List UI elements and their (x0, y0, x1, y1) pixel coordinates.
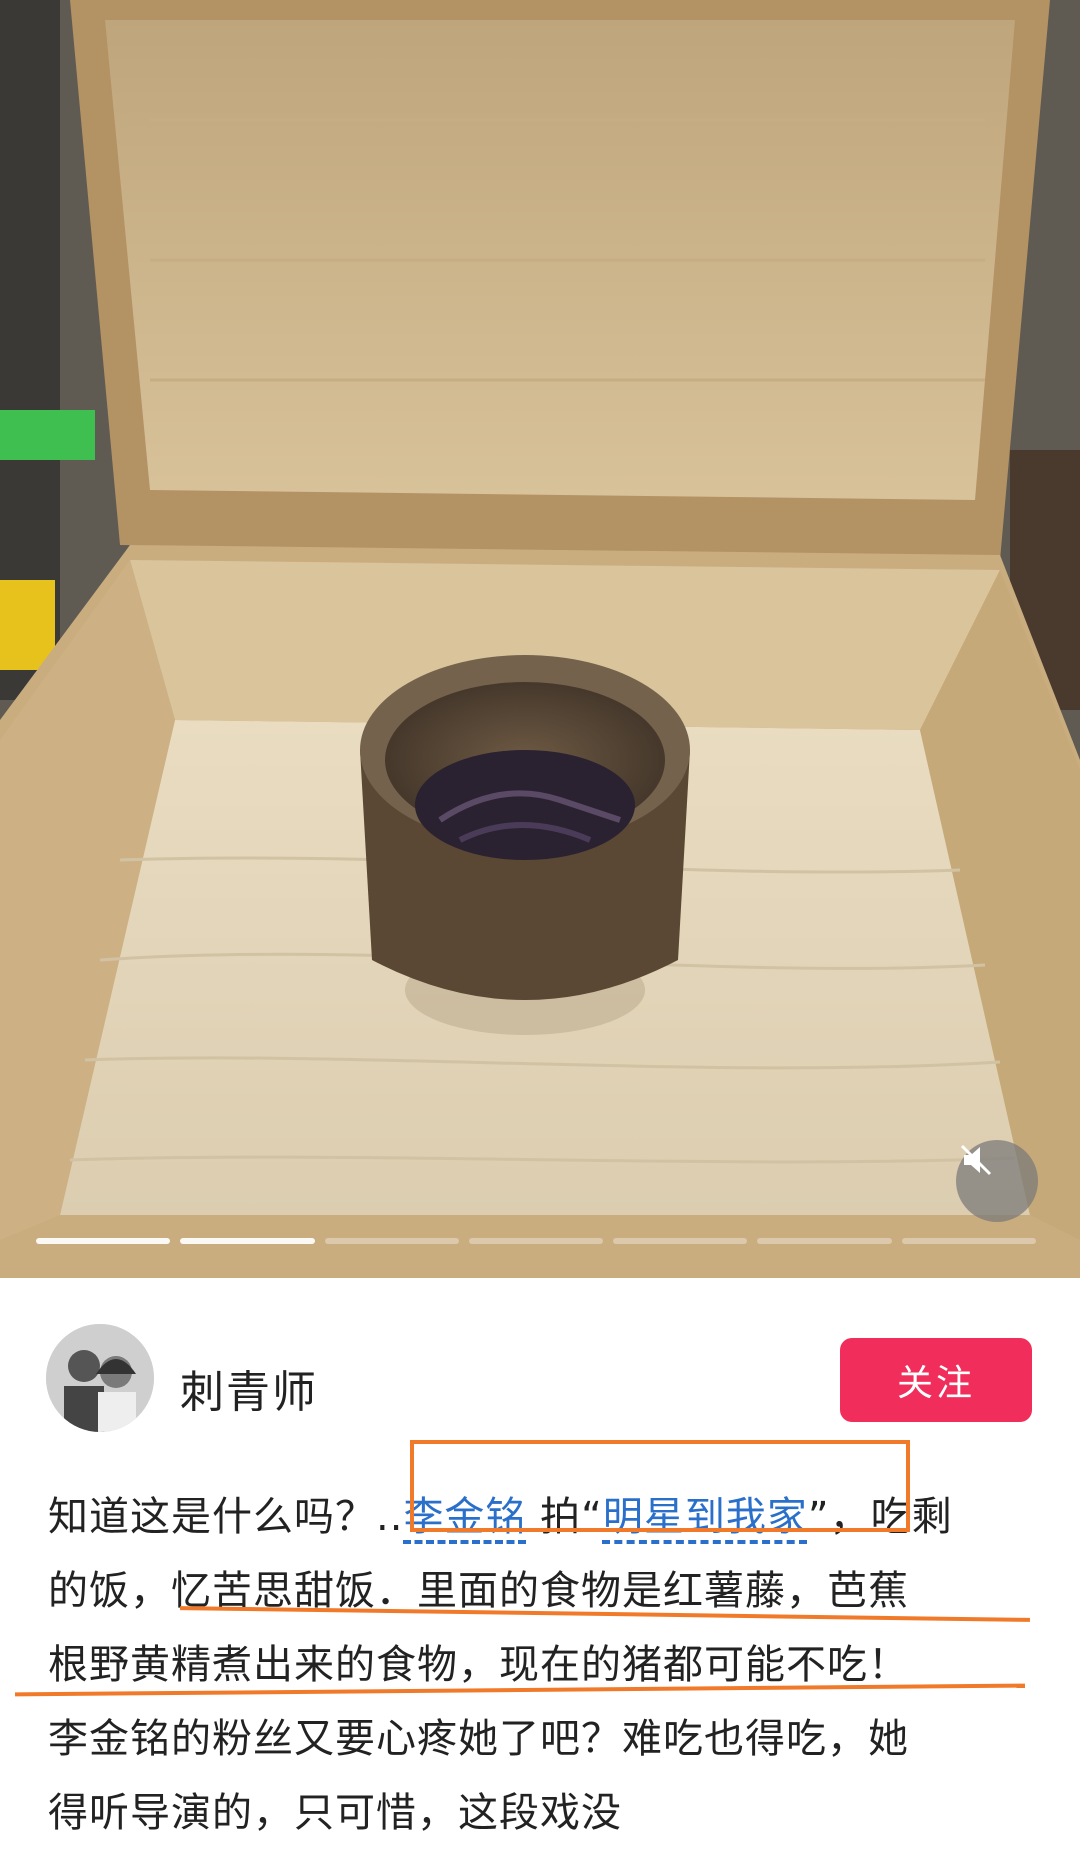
avatar[interactable] (46, 1324, 154, 1432)
progress-segment (757, 1238, 892, 1244)
avatar-image (46, 1324, 154, 1432)
mute-button[interactable] (956, 1140, 1038, 1222)
mute-icon (960, 1144, 992, 1176)
post-photo[interactable] (0, 0, 1080, 1278)
ellipsis: .. (376, 1494, 404, 1540)
author-row: 刺青师 关注 (0, 1278, 1080, 1432)
post-line: 李金铭的粉丝又要心疼她了吧？难吃也得吃，她 (48, 1716, 909, 1762)
author-name[interactable]: 刺青师 (180, 1356, 318, 1420)
progress-segment (180, 1238, 315, 1244)
progress-segment (324, 1238, 459, 1244)
post-text: 知道这是什么吗？ (48, 1494, 376, 1540)
annotation-box (410, 1440, 910, 1532)
progress-segment (468, 1238, 604, 1244)
progress-segment (613, 1238, 748, 1244)
slide-progress (36, 1238, 1036, 1246)
text-truncation-fade (620, 1780, 1080, 1854)
progress-segment (36, 1238, 171, 1244)
wooden-box-photo (0, 0, 1080, 1278)
follow-button[interactable]: 关注 (840, 1338, 1032, 1422)
progress-segment (901, 1238, 1036, 1244)
